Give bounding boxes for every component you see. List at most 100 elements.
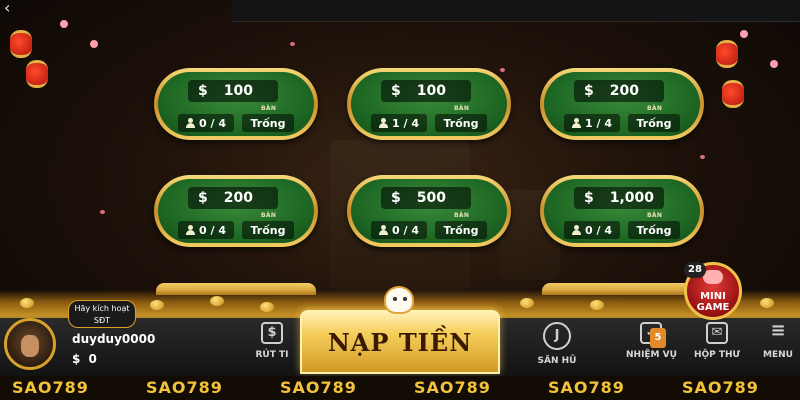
table-label: BÀN [647, 212, 663, 219]
withdraw-icon: $ [261, 322, 283, 344]
bet-amount: 200 [223, 190, 253, 206]
bet-amount: 1,000 [609, 190, 655, 206]
table-status: Trống [435, 221, 487, 239]
lucky-cat-icon [384, 286, 414, 314]
player-count-box: 0 / 4 [178, 221, 234, 239]
player-count: 0 / 4 [392, 223, 419, 237]
player-count: 0 / 4 [199, 116, 226, 130]
bet-amount-box: $ 100 [188, 80, 278, 102]
player-count-box: 0 / 4 [178, 114, 234, 132]
player-count-box: 0 / 4 [564, 221, 620, 239]
jackpot-label: SĂN HŨ [537, 356, 577, 366]
top-bar [232, 0, 800, 22]
joystick-icon [703, 270, 723, 284]
person-icon [379, 118, 388, 128]
blossom-icon [770, 60, 778, 68]
coin-icon [260, 302, 274, 312]
blossom-icon [90, 40, 98, 48]
coin-icon [520, 298, 534, 308]
table-status: Trống [628, 221, 680, 239]
table-status: Trống [628, 114, 680, 132]
avatar[interactable] [4, 318, 56, 370]
lantern-icon [26, 60, 48, 88]
table-status: Trống [242, 221, 294, 239]
withdraw-label: RÚT TI [255, 350, 289, 360]
mini-game-count: 28 [684, 262, 706, 278]
bet-amount-box: $ 1,000 [574, 187, 664, 209]
back-arrow-icon[interactable]: ‹ [4, 0, 24, 16]
mail-button[interactable]: ✉ HỘP THƯ [692, 322, 742, 372]
table-label: BÀN [261, 105, 277, 112]
balance-amount: 0 [88, 352, 97, 366]
table-felt: $ 200 BÀN 0 / 4 Trống [158, 179, 314, 243]
table-felt: $ 200 BÀN 1 / 4 Trống [544, 72, 700, 136]
person-icon [572, 225, 581, 235]
lantern-icon [722, 80, 744, 108]
watermark: SAO789 [682, 378, 759, 397]
coin-icon [210, 296, 224, 306]
dollar-symbol: $ [584, 83, 594, 99]
dollar-symbol: $ [198, 83, 208, 99]
table-label: BÀN [454, 105, 470, 112]
table-felt: $ 1,000 BÀN 0 / 4 Trống [544, 179, 700, 243]
verify-line-2: SĐT [93, 316, 111, 325]
jackpot-button[interactable]: J SĂN HŨ [530, 322, 584, 372]
username: duyduy0000 [72, 332, 156, 346]
bet-amount-box: $ 200 [574, 80, 664, 102]
player-count-box: 0 / 4 [371, 221, 427, 239]
mission-label: NHIỆM VỤ [626, 350, 677, 360]
bet-amount: 200 [609, 83, 639, 99]
deposit-button[interactable]: NẠP TIỀN [300, 310, 500, 374]
menu-button[interactable]: ≡ MENU [760, 322, 796, 372]
watermark: SAO789 [280, 378, 357, 397]
bet-amount-box: $ 200 [188, 187, 278, 209]
bet-amount: 500 [416, 190, 446, 206]
verify-phone-button[interactable]: Hãy kích hoạt SĐT [68, 300, 136, 328]
mission-badge: 5 [650, 328, 666, 348]
table-card[interactable]: $ 100 BÀN 0 / 4 Trống [154, 68, 318, 140]
jackpot-icon: J [543, 322, 571, 350]
withdraw-button[interactable]: $ RÚT TI [246, 322, 298, 372]
dollar-symbol: $ [391, 190, 401, 206]
hamburger-icon: ≡ [770, 320, 786, 341]
petal-icon [290, 42, 295, 46]
table-card[interactable]: $ 500 BÀN 0 / 4 Trống [347, 175, 511, 247]
bet-amount: 100 [416, 83, 446, 99]
table-card[interactable]: $ 200 BÀN 1 / 4 Trống [540, 68, 704, 140]
table-label: BÀN [454, 212, 470, 219]
watermark: SAO789 [12, 378, 89, 397]
player-count-box: 1 / 4 [371, 114, 427, 132]
watermark-strip [0, 376, 800, 400]
watermark: SAO789 [414, 378, 491, 397]
coin-icon [20, 298, 34, 308]
person-icon [186, 118, 195, 128]
mail-icon: ✉ [706, 322, 728, 344]
table-status: Trống [242, 114, 294, 132]
lantern-icon [10, 30, 32, 58]
player-count: 1 / 4 [585, 116, 612, 130]
table-card[interactable]: $ 1,000 BÀN 0 / 4 Trống [540, 175, 704, 247]
table-label: BÀN [261, 212, 277, 219]
dollar-symbol: $ [72, 352, 81, 366]
table-felt: $ 100 BÀN 1 / 4 Trống [351, 72, 507, 136]
table-card[interactable]: $ 200 BÀN 0 / 4 Trống [154, 175, 318, 247]
mini-game-line-1: MINI [700, 291, 726, 302]
coin-icon [760, 298, 774, 308]
mail-label: HỘP THƯ [693, 350, 741, 360]
table-felt: $ 100 BÀN 0 / 4 Trống [158, 72, 314, 136]
player-count: 1 / 4 [392, 116, 419, 130]
lantern-icon [716, 40, 738, 68]
person-icon [186, 225, 195, 235]
mini-game-line-2: GAME [696, 302, 730, 313]
verify-line-1: Hãy kích hoạt [74, 304, 130, 313]
watermark: SAO789 [548, 378, 625, 397]
coin-icon [590, 300, 604, 310]
coin-icon [150, 300, 164, 310]
avatar-face [21, 335, 39, 357]
table-card[interactable]: $ 100 BÀN 1 / 4 Trống [347, 68, 511, 140]
dollar-symbol: $ [198, 190, 208, 206]
petal-icon [100, 210, 105, 214]
bet-amount-box: $ 500 [381, 187, 471, 209]
bet-amount: 100 [223, 83, 253, 99]
table-felt: $ 500 BÀN 0 / 4 Trống [351, 179, 507, 243]
